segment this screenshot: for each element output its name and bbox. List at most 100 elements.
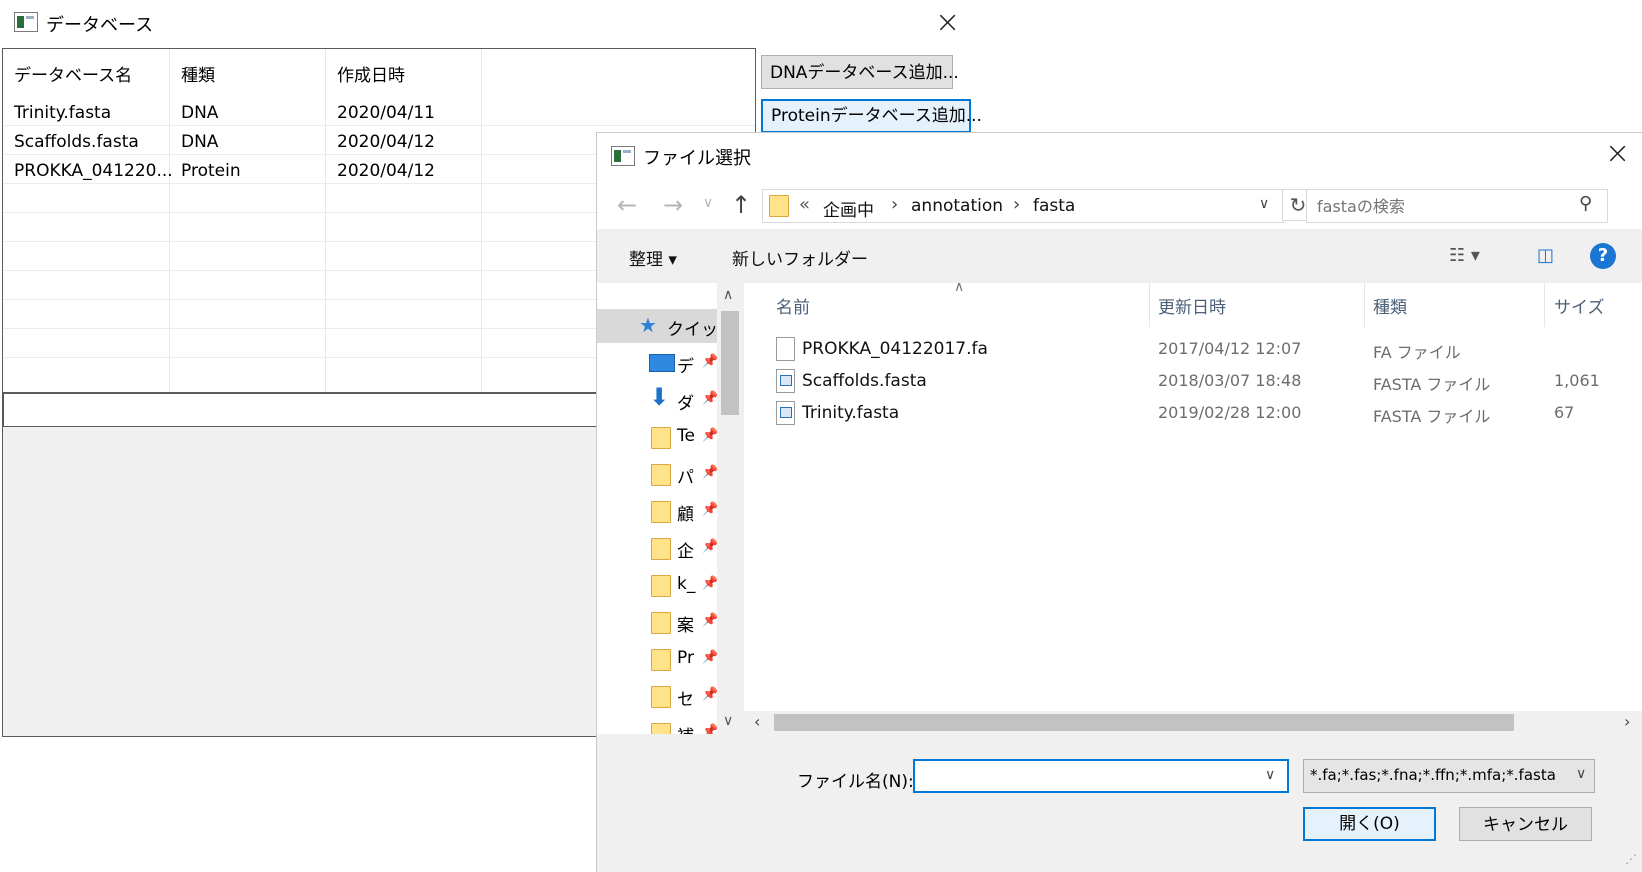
nav-item-folder[interactable]: 補 📌 bbox=[597, 716, 717, 734]
pin-icon[interactable]: 📌 bbox=[702, 650, 717, 665]
pin-icon[interactable]: 📌 bbox=[702, 391, 717, 406]
back-arrow-icon[interactable]: ← bbox=[617, 191, 637, 219]
column-header-name[interactable]: 名前 bbox=[776, 293, 810, 318]
nav-item-folder[interactable]: パ 📌 bbox=[597, 457, 717, 491]
column-header-type[interactable]: 種類 bbox=[181, 61, 215, 86]
nav-item-downloads[interactable]: ⬇ ダ 📌 bbox=[597, 383, 717, 417]
scrollbar-thumb[interactable] bbox=[721, 311, 739, 415]
add-dna-database-button[interactable]: DNAデータベース追加... bbox=[761, 55, 959, 89]
file-type: FA ファイル bbox=[1373, 343, 1461, 362]
download-icon: ⬇ bbox=[649, 383, 670, 411]
column-header-type[interactable]: 種類 bbox=[1373, 293, 1407, 318]
folder-icon bbox=[651, 427, 671, 449]
open-button[interactable]: 開く(O) bbox=[1303, 807, 1436, 841]
column-divider[interactable] bbox=[1149, 283, 1150, 327]
address-bar[interactable]: « 企画中 › annotation › fasta ∨ bbox=[762, 189, 1284, 223]
view-options-icon[interactable]: ☷ ▾ bbox=[1449, 245, 1480, 266]
close-icon[interactable]: × bbox=[1605, 139, 1630, 169]
nav-item-desktop[interactable]: デ 📌 bbox=[597, 346, 717, 380]
folder-icon bbox=[651, 501, 671, 523]
cancel-button[interactable]: キャンセル bbox=[1459, 807, 1592, 841]
column-divider[interactable] bbox=[1364, 283, 1365, 327]
nav-item-folder[interactable]: 企 📌 bbox=[597, 531, 717, 565]
sort-ascending-icon: ∧ bbox=[954, 283, 965, 295]
nav-item-label: デ bbox=[677, 357, 694, 377]
breadcrumb-separator-icon[interactable]: › bbox=[1013, 194, 1020, 215]
search-input[interactable] bbox=[1315, 193, 1569, 219]
column-header-size[interactable]: サイズ bbox=[1554, 293, 1605, 318]
nav-item-folder[interactable]: k_ 📌 bbox=[597, 568, 717, 602]
column-header-name[interactable]: データベース名 bbox=[14, 61, 132, 86]
column-header-modified[interactable]: 更新日時 bbox=[1158, 293, 1226, 318]
breadcrumb-item[interactable]: 企画中 bbox=[823, 196, 874, 221]
file-type-filter-select[interactable]: *.fa;*.fas;*.fna;*.ffn;*.mfa;*.fasta ∨ bbox=[1303, 759, 1595, 793]
nav-item-quick-access[interactable]: ★ クイック bbox=[597, 309, 717, 343]
filename-label: ファイル名(N): bbox=[797, 772, 914, 792]
column-header-date[interactable]: 作成日時 bbox=[337, 61, 405, 86]
preview-pane-icon[interactable]: ◫ bbox=[1537, 245, 1554, 266]
file-type: FASTA ファイル bbox=[1373, 407, 1491, 426]
pin-icon[interactable]: 📌 bbox=[702, 576, 717, 591]
add-protein-database-button[interactable]: Proteinデータベース追加... bbox=[761, 99, 982, 133]
pin-icon[interactable]: 📌 bbox=[702, 428, 717, 443]
pin-icon[interactable]: 📌 bbox=[702, 613, 717, 628]
pin-icon[interactable]: 📌 bbox=[702, 354, 717, 369]
breadcrumb-item[interactable]: annotation bbox=[911, 196, 1003, 216]
db-name-cell: Scaffolds.fasta bbox=[14, 132, 139, 152]
nav-item-folder[interactable]: 案 📌 bbox=[597, 605, 717, 639]
nav-item-folder[interactable]: Pr 📌 bbox=[597, 642, 717, 676]
filename-input[interactable] bbox=[919, 764, 1253, 790]
breadcrumb-overflow[interactable]: « bbox=[799, 194, 810, 215]
folder-icon bbox=[651, 649, 671, 671]
filename-combobox[interactable]: ∨ bbox=[913, 759, 1289, 793]
scrollbar-thumb[interactable] bbox=[774, 714, 1514, 731]
recent-chevron-icon[interactable]: ∨ bbox=[703, 195, 713, 211]
breadcrumb-item[interactable]: fasta bbox=[1033, 196, 1075, 216]
navigation-bar: ← → ∨ ↑ « 企画中 › annotation › fasta ∨ ↻ ⚲ bbox=[597, 179, 1642, 229]
file-list[interactable]: ∧ 名前 更新日時 種類 サイズ PROKKA_04122017.fa 2017… bbox=[744, 283, 1642, 711]
nav-item-label: 補 bbox=[677, 722, 694, 734]
pin-icon[interactable]: 📌 bbox=[702, 724, 717, 734]
pin-icon[interactable]: 📌 bbox=[702, 465, 717, 480]
search-icon[interactable]: ⚲ bbox=[1579, 193, 1592, 214]
navigation-pane[interactable]: ★ クイック デ 📌 ⬇ ダ 📌 Te 📌 パ 📌 顧 📌 bbox=[597, 283, 717, 734]
scroll-down-icon[interactable]: ∨ bbox=[723, 713, 733, 729]
filter-value: *.fa;*.fas;*.fna;*.ffn;*.mfa;*.fasta bbox=[1310, 766, 1556, 784]
file-row[interactable]: Scaffolds.fasta 2018/03/07 18:48 FASTA フ… bbox=[744, 367, 1642, 399]
column-divider[interactable] bbox=[1544, 283, 1545, 327]
nav-item-folder[interactable]: 顧 📌 bbox=[597, 494, 717, 528]
file-size: 67 bbox=[1554, 403, 1575, 422]
db-name-cell: Trinity.fasta bbox=[14, 103, 112, 123]
fasta-file-icon bbox=[776, 401, 795, 425]
close-icon[interactable]: × bbox=[935, 8, 960, 38]
chevron-down-icon[interactable]: ∨ bbox=[1265, 767, 1275, 783]
file-list-h-scrollbar[interactable]: ‹ › bbox=[744, 711, 1642, 734]
forward-arrow-icon[interactable]: → bbox=[663, 191, 683, 219]
pin-icon[interactable]: 📌 bbox=[702, 687, 717, 702]
file-row[interactable]: PROKKA_04122017.fa 2017/04/12 12:07 FA フ… bbox=[744, 335, 1642, 367]
file-row[interactable]: Trinity.fasta 2019/02/28 12:00 FASTA ファイ… bbox=[744, 399, 1642, 431]
address-dropdown-icon[interactable]: ∨ bbox=[1259, 196, 1269, 212]
nav-pane-scrollbar[interactable]: ∧ ∨ bbox=[717, 283, 743, 734]
search-box[interactable]: ⚲ bbox=[1306, 189, 1608, 223]
star-icon: ★ bbox=[639, 313, 657, 337]
chevron-down-icon[interactable]: ∨ bbox=[1574, 766, 1587, 782]
scroll-left-icon[interactable]: ‹ bbox=[754, 712, 760, 731]
up-arrow-icon[interactable]: ↑ bbox=[731, 191, 751, 219]
new-folder-button[interactable]: 新しいフォルダー bbox=[732, 245, 868, 270]
scroll-right-icon[interactable]: › bbox=[1624, 712, 1630, 731]
breadcrumb-separator-icon[interactable]: › bbox=[891, 194, 898, 215]
scroll-up-icon[interactable]: ∧ bbox=[723, 287, 733, 303]
nav-item-folder[interactable]: Te 📌 bbox=[597, 420, 717, 454]
nav-item-label: Pr bbox=[677, 648, 694, 668]
file-modified: 2017/04/12 12:07 bbox=[1158, 339, 1302, 358]
app-icon bbox=[611, 146, 635, 166]
row-divider bbox=[3, 125, 755, 126]
resize-grip-icon[interactable]: ⋰ bbox=[1625, 852, 1637, 866]
nav-item-folder[interactable]: セ 📌 bbox=[597, 679, 717, 713]
help-icon[interactable]: ? bbox=[1590, 243, 1616, 269]
pin-icon[interactable]: 📌 bbox=[702, 539, 717, 554]
db-type-cell: DNA bbox=[181, 132, 219, 152]
organize-menu-button[interactable]: 整理 ▾ bbox=[629, 245, 677, 270]
pin-icon[interactable]: 📌 bbox=[702, 502, 717, 517]
